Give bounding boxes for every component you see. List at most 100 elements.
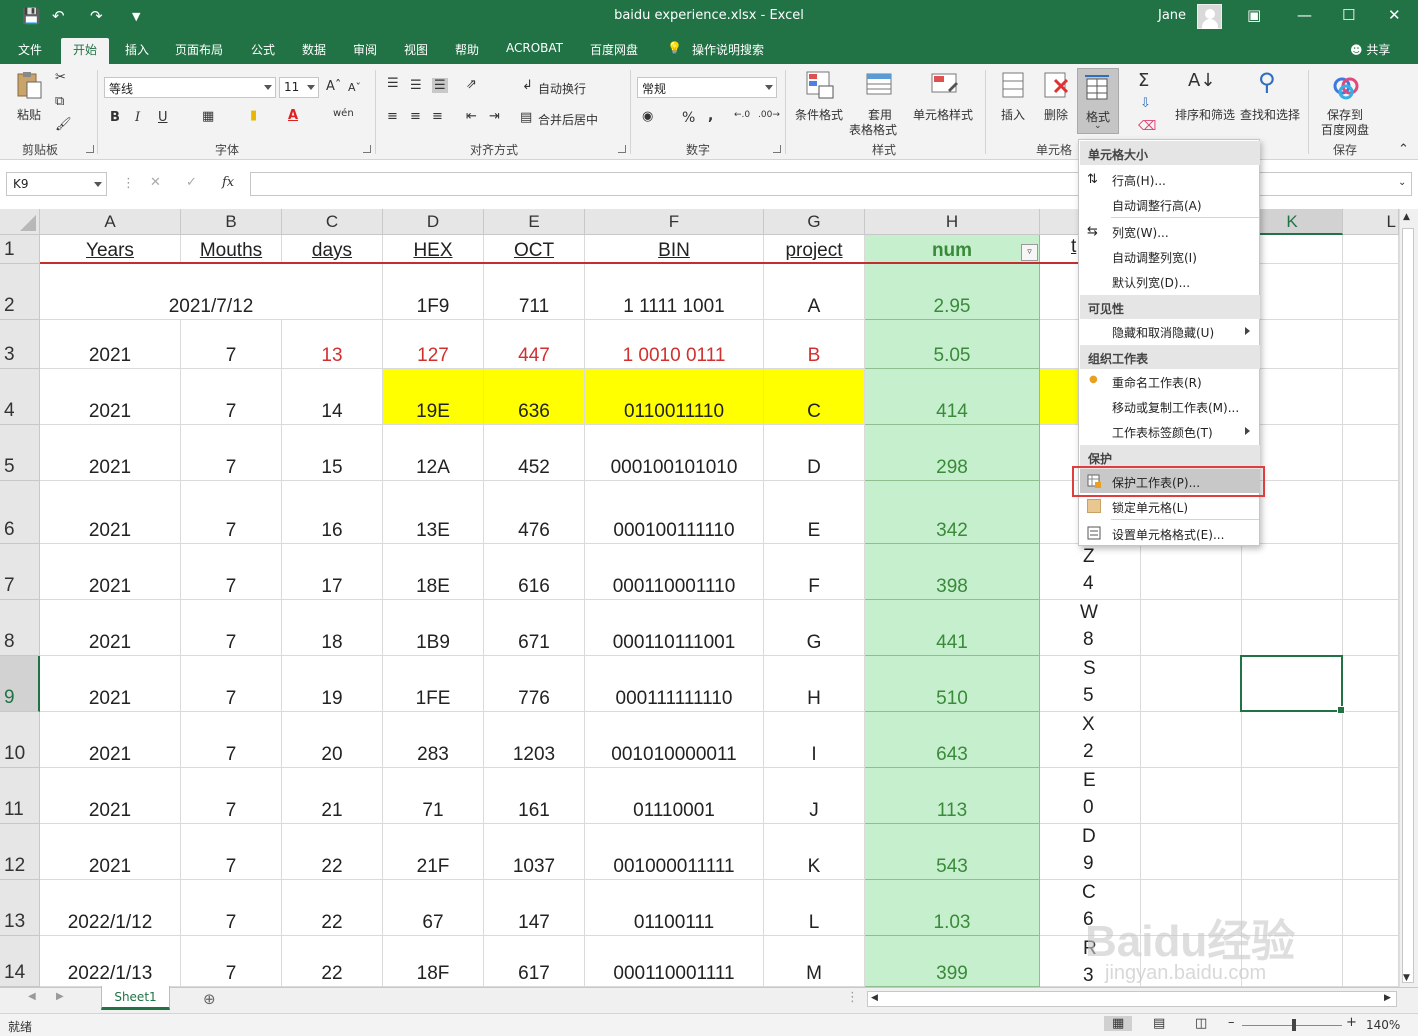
cell-h6[interactable]: 342 xyxy=(865,481,1040,544)
font-size-combo[interactable]: 11 xyxy=(279,77,319,98)
row-header-2[interactable]: 2 xyxy=(0,264,40,320)
cell-e8[interactable]: 671 xyxy=(484,600,585,656)
cell-e12[interactable]: 1037 xyxy=(484,824,585,880)
tab-formulas[interactable]: 公式 xyxy=(251,41,275,58)
cell-h13[interactable]: 1.03 xyxy=(865,880,1040,936)
cell-h4[interactable]: 414 xyxy=(865,369,1040,425)
save-to-netdisk-label-2[interactable]: 百度网盘 xyxy=(1321,121,1369,138)
format-as-table-label-2[interactable]: 表格格式 xyxy=(849,121,897,138)
column-header-l[interactable]: L xyxy=(1343,209,1399,235)
cell-b11[interactable]: 7 xyxy=(181,768,282,824)
tab-home[interactable]: 开始 xyxy=(61,38,110,64)
cell-h11[interactable]: 113 xyxy=(865,768,1040,824)
font-name-combo[interactable]: 等线 xyxy=(104,77,276,98)
zoom-in-icon[interactable]: + xyxy=(1346,1015,1357,1030)
cell-g1[interactable]: project xyxy=(764,235,865,264)
row-header-8[interactable]: 8 xyxy=(0,600,40,656)
cell-c7[interactable]: 17 xyxy=(282,544,383,600)
cell-b7[interactable]: 7 xyxy=(181,544,282,600)
baidu-netdisk-icon[interactable] xyxy=(1331,72,1361,102)
cell-l14[interactable] xyxy=(1343,936,1399,987)
tab-data[interactable]: 数据 xyxy=(302,41,326,58)
selected-cell-k9[interactable] xyxy=(1240,655,1345,714)
row-header-7[interactable]: 7 xyxy=(0,544,40,600)
cell-a6[interactable]: 2021 xyxy=(40,481,181,544)
menu-item-column-width[interactable]: ⇆ 列宽(W)... xyxy=(1080,219,1260,243)
cell-c13[interactable]: 22 xyxy=(282,880,383,936)
zoom-slider-thumb[interactable] xyxy=(1292,1019,1296,1031)
format-painter-icon[interactable]: 🖌 xyxy=(55,117,72,132)
tab-acrobat[interactable]: ACROBAT xyxy=(506,41,563,55)
paste-icon[interactable] xyxy=(14,70,44,100)
cell-b6[interactable]: 7 xyxy=(181,481,282,544)
bold-icon[interactable]: B xyxy=(110,110,120,125)
cell-d9[interactable]: 1FE xyxy=(383,656,484,712)
grow-font-icon[interactable]: Aˆ xyxy=(326,79,341,94)
cell-e3[interactable]: 447 xyxy=(484,320,585,369)
cell-f7[interactable]: 000110001110 xyxy=(585,544,764,600)
cell-j9[interactable] xyxy=(1141,656,1242,712)
cell-f4[interactable]: 0110011110 xyxy=(585,369,764,425)
cell-a14[interactable]: 2022/1/13 xyxy=(40,936,181,987)
menu-item-default-width[interactable]: 默认列宽(D)... xyxy=(1080,269,1260,293)
cell-b10[interactable]: 7 xyxy=(181,712,282,768)
cell-l13[interactable] xyxy=(1343,880,1399,936)
cell-g4[interactable]: C xyxy=(764,369,865,425)
underline-icon[interactable]: U xyxy=(158,110,168,125)
cell-g6[interactable]: E xyxy=(764,481,865,544)
share-button[interactable]: ☻ 共享 xyxy=(1350,41,1390,58)
find-select-button[interactable]: 查找和选择 xyxy=(1240,106,1300,123)
row-header-5[interactable]: 5 xyxy=(0,425,40,481)
cell-k8[interactable] xyxy=(1242,600,1343,656)
page-break-view-icon[interactable]: ◫ xyxy=(1195,1016,1207,1031)
cell-d5[interactable]: 12A xyxy=(383,425,484,481)
cell-f8[interactable]: 000110111001 xyxy=(585,600,764,656)
cell-c4[interactable]: 14 xyxy=(282,369,383,425)
cell-a1[interactable]: Years xyxy=(40,235,181,264)
cell-c1[interactable]: days xyxy=(282,235,383,264)
cell-b9[interactable]: 7 xyxy=(181,656,282,712)
cell-h2[interactable]: 2.95 xyxy=(865,264,1040,320)
cell-h12[interactable]: 543 xyxy=(865,824,1040,880)
cell-g12[interactable]: K xyxy=(764,824,865,880)
cell-e13[interactable]: 147 xyxy=(484,880,585,936)
cancel-entry-icon[interactable]: ✕ xyxy=(150,175,161,190)
cell-a11[interactable]: 2021 xyxy=(40,768,181,824)
name-box[interactable]: K9 xyxy=(6,172,107,196)
sort-filter-button[interactable]: 排序和筛选 xyxy=(1175,106,1235,123)
avatar[interactable] xyxy=(1197,4,1222,29)
number-format-combo[interactable]: 常规 xyxy=(637,77,777,98)
maximize-icon[interactable]: ☐ xyxy=(1342,6,1355,24)
cell-g10[interactable]: I xyxy=(764,712,865,768)
conditional-format-button[interactable]: 条件格式 xyxy=(795,106,843,123)
menu-item-autofit-row[interactable]: 自动调整行高(A) xyxy=(1080,192,1260,216)
cell-h14[interactable]: 399 xyxy=(865,936,1040,987)
cell-g13[interactable]: L xyxy=(764,880,865,936)
filter-dropdown-icon[interactable]: ▿ xyxy=(1021,244,1038,261)
cell-a8[interactable]: 2021 xyxy=(40,600,181,656)
tab-page-layout[interactable]: 页面布局 xyxy=(175,41,223,58)
cell-j12[interactable] xyxy=(1141,824,1242,880)
cell-g3[interactable]: B xyxy=(764,320,865,369)
menu-item-tab-color[interactable]: 工作表标签颜色(T) xyxy=(1080,419,1260,443)
zoom-out-icon[interactable]: – xyxy=(1228,1015,1235,1030)
horizontal-scrollbar[interactable] xyxy=(867,991,1397,1007)
prev-sheet-icon[interactable]: ◀ xyxy=(28,991,36,1002)
align-center-icon[interactable]: ≡ xyxy=(410,109,421,124)
tab-view[interactable]: 视图 xyxy=(404,41,428,58)
menu-item-row-height[interactable]: ⇅ 行高(H)... xyxy=(1080,167,1260,191)
expand-formula-icon[interactable]: ⌄ xyxy=(1398,177,1406,188)
shrink-font-icon[interactable]: Aˇ xyxy=(348,81,361,94)
align-right-icon[interactable]: ≡ xyxy=(432,109,443,124)
align-left-icon[interactable]: ≡ xyxy=(387,109,398,124)
row-header-4[interactable]: 4 xyxy=(0,369,40,425)
cell-d12[interactable]: 21F xyxy=(383,824,484,880)
cell-l4[interactable] xyxy=(1343,369,1399,425)
cell-d3[interactable]: 127 xyxy=(383,320,484,369)
cell-styles-button[interactable]: 单元格样式 xyxy=(913,106,973,123)
collapse-ribbon-icon[interactable]: ⌃ xyxy=(1398,142,1409,157)
cell-f2[interactable]: 1 1111 1001 xyxy=(585,264,764,320)
cell-j7[interactable] xyxy=(1141,544,1242,600)
cell-j8[interactable] xyxy=(1141,600,1242,656)
copy-icon[interactable]: ⧉ xyxy=(55,94,64,109)
